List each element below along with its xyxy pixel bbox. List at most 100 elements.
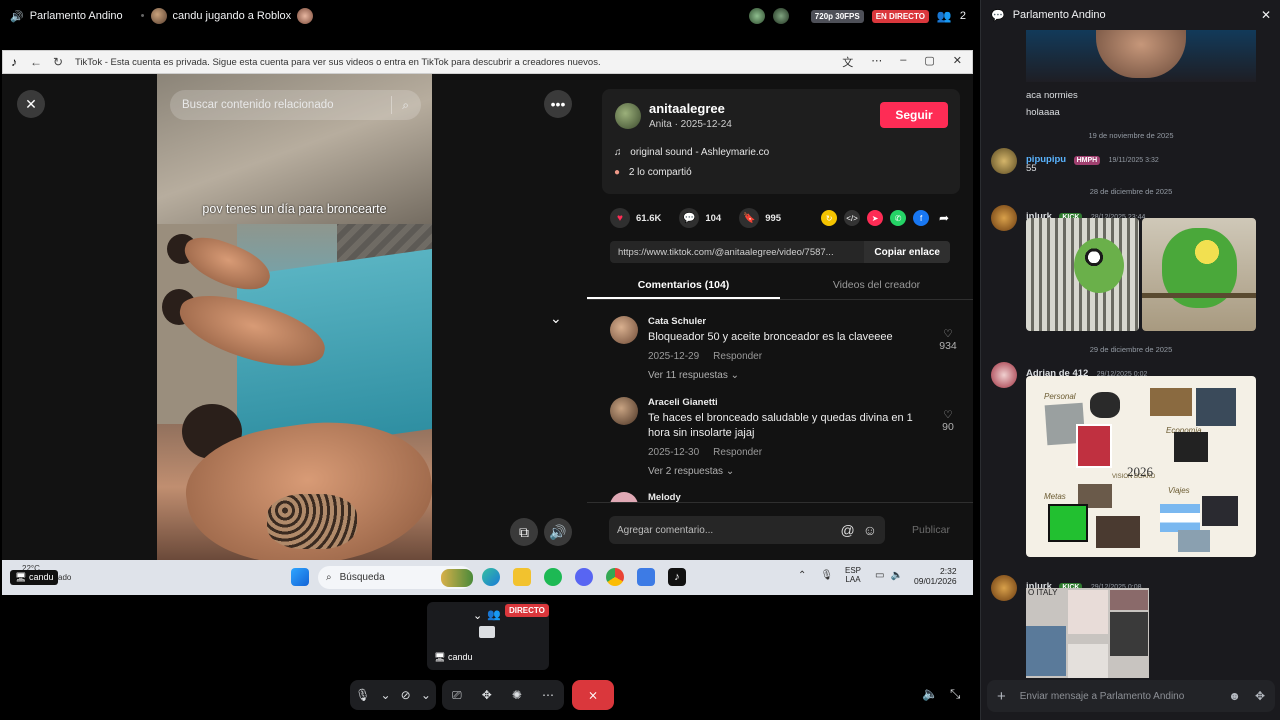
volume-button[interactable]: 🔊 [544, 518, 572, 546]
add-comment-input[interactable]: Agregar comentario... @ ☺ [609, 516, 885, 544]
language-indicator[interactable]: ESP LAA [845, 566, 861, 584]
like-icon[interactable]: ♥ [610, 208, 630, 228]
heart-icon[interactable]: ♡ [936, 328, 960, 340]
volume-icon[interactable]: 🔈 [922, 686, 938, 702]
soundboard-icon[interactable]: ✺ [512, 688, 522, 702]
chrome-icon[interactable] [606, 568, 624, 586]
reply-button[interactable]: Responder [713, 447, 762, 458]
edge-icon[interactable] [482, 568, 500, 586]
activities-icon[interactable]: ✥ [482, 688, 492, 702]
mention-icon[interactable]: @ [840, 522, 854, 538]
chevron-down-icon[interactable]: ⌄ [380, 688, 390, 702]
clock[interactable]: 2:32 09/01/2026 [914, 566, 957, 586]
send-icon[interactable]: ➤ [867, 210, 884, 226]
user-avatar[interactable] [991, 575, 1017, 601]
minimize-icon[interactable]: – [900, 54, 906, 70]
parrot-image[interactable] [1026, 218, 1139, 331]
discord-icon[interactable] [575, 568, 593, 586]
viewer-avatar[interactable] [748, 8, 765, 24]
view-replies-button[interactable]: Ver 2 respuestas ⌄ [648, 466, 933, 477]
apps-icon[interactable]: ✥ [1255, 689, 1265, 703]
more-options-button[interactable]: ••• [544, 90, 572, 118]
taskbar-search[interactable]: ⌕ Búsqueda [318, 566, 473, 589]
viewer-avatar[interactable] [772, 8, 789, 24]
share-link[interactable]: https://www.tiktok.com/@anitaalegree/vid… [610, 247, 834, 258]
tab-creator-videos[interactable]: Videos del creador [780, 274, 973, 299]
commenter-name[interactable]: Melody [648, 492, 933, 502]
image-attachment[interactable] [1026, 30, 1256, 82]
heart-icon[interactable]: ♡ [936, 409, 960, 421]
file-explorer-icon[interactable] [513, 568, 531, 586]
share-icon[interactable]: ➦ [936, 210, 952, 226]
share-link-row: https://www.tiktok.com/@anitaalegree/vid… [610, 241, 950, 263]
author-username[interactable]: anitaalegree [649, 101, 725, 116]
vision-board-image[interactable]: Personal Economia VISION BOARD 2026 Meta… [1026, 376, 1256, 557]
emoji-icon[interactable]: ☺ [863, 522, 877, 538]
close-icon[interactable]: ✕ [953, 54, 962, 70]
author-avatar[interactable] [615, 103, 641, 129]
video-player[interactable] [157, 74, 432, 560]
pip-button[interactable]: ⧉ [510, 518, 538, 546]
comment-icon[interactable]: 💬 [679, 208, 700, 228]
screen-share-icon[interactable]: ⎚ [452, 688, 462, 703]
emoji-icon[interactable]: ☻ [1228, 689, 1241, 703]
microphone-icon[interactable]: 🎙 [355, 688, 370, 702]
commenter-name[interactable]: Cata Schuler [648, 316, 933, 327]
reply-button[interactable]: Responder [713, 351, 762, 362]
perch [1142, 293, 1256, 298]
more-icon[interactable]: ⋯ [871, 54, 882, 70]
chevron-down-icon[interactable]: ⌄ [421, 688, 431, 702]
commenter-name[interactable]: Araceli Gianetti [648, 397, 933, 408]
facebook-icon[interactable]: f [913, 210, 930, 226]
bookmark-icon[interactable]: 🔖 [739, 208, 760, 228]
parrot-image[interactable] [1142, 218, 1256, 331]
stream-view[interactable]: ♪ ← ↻ TikTok - Esta cuenta es privada. S… [2, 50, 973, 595]
fullscreen-exit-icon[interactable]: ⤡ [950, 686, 960, 702]
search-icon[interactable]: ⌕ [402, 98, 409, 113]
browser-titlebar: ♪ ← ↻ TikTok - Esta cuenta es privada. S… [2, 50, 973, 74]
more-icon[interactable]: ⋯ [542, 688, 554, 702]
parrot-head [1074, 238, 1124, 293]
users-icon[interactable]: 👥 [487, 608, 501, 621]
chevron-down-icon[interactable]: ⌄ [473, 609, 482, 622]
microphone-icon[interactable]: 🎙 [820, 570, 833, 581]
user-avatar[interactable] [991, 205, 1017, 231]
commenter-avatar[interactable] [610, 316, 638, 344]
volume-icon[interactable]: 🔈 [890, 570, 902, 581]
close-chat-icon[interactable]: ✕ [1261, 8, 1271, 22]
spotify-icon[interactable] [544, 568, 562, 586]
chevron-down-icon[interactable]: ⌄ [550, 310, 562, 327]
whatsapp-icon[interactable]: ✆ [890, 210, 907, 226]
back-icon[interactable]: ← [25, 55, 47, 69]
publish-button[interactable]: Publicar [912, 524, 950, 536]
view-replies-button[interactable]: Ver 11 respuestas ⌄ [648, 370, 933, 381]
embed-icon[interactable]: </> [844, 210, 861, 226]
sound-row[interactable]: ♫ original sound - Ashleymarie.co [614, 147, 769, 158]
repost-icon[interactable]: ↻ [821, 210, 838, 226]
viewers-icon[interactable]: 👥 [937, 9, 952, 23]
comment-date: 2025-12-29 [648, 351, 700, 362]
commenter-avatar[interactable] [610, 397, 638, 425]
collage-image[interactable]: O ITALY [1026, 588, 1149, 678]
follow-button[interactable]: Seguir [880, 102, 948, 128]
chevron-up-icon[interactable]: ⌃ [798, 570, 806, 581]
disconnect-button[interactable]: ⨯ [572, 680, 614, 710]
tiktok-app-icon[interactable]: ♪ [668, 568, 686, 586]
translate-icon[interactable]: 文 [842, 54, 853, 70]
chat-input[interactable]: + Enviar mensaje a Parlamento Andino ☻ ✥ [987, 680, 1275, 712]
reload-icon[interactable]: ↻ [47, 55, 69, 69]
app-icon[interactable] [637, 568, 655, 586]
maximize-icon[interactable]: ▢ [924, 54, 934, 70]
copy-link-button[interactable]: Copiar enlace [864, 241, 950, 263]
related-search-input[interactable]: Buscar contenido relacionado ⌕ [170, 90, 421, 120]
close-video-button[interactable]: ✕ [17, 90, 45, 118]
start-button[interactable] [291, 568, 309, 588]
user-avatar[interactable] [991, 148, 1017, 174]
network-icon[interactable]: ▭ [875, 570, 884, 581]
user-avatar[interactable] [991, 362, 1017, 388]
add-attachment-icon[interactable]: + [997, 688, 1006, 705]
tab-comments[interactable]: Comentarios (104) [587, 274, 780, 299]
camera-off-icon[interactable]: ⊘ [401, 688, 411, 702]
participant-tile[interactable]: DIRECTO ⌄ 👥 🖥 candu [427, 602, 549, 670]
commenter-avatar[interactable] [610, 492, 638, 502]
